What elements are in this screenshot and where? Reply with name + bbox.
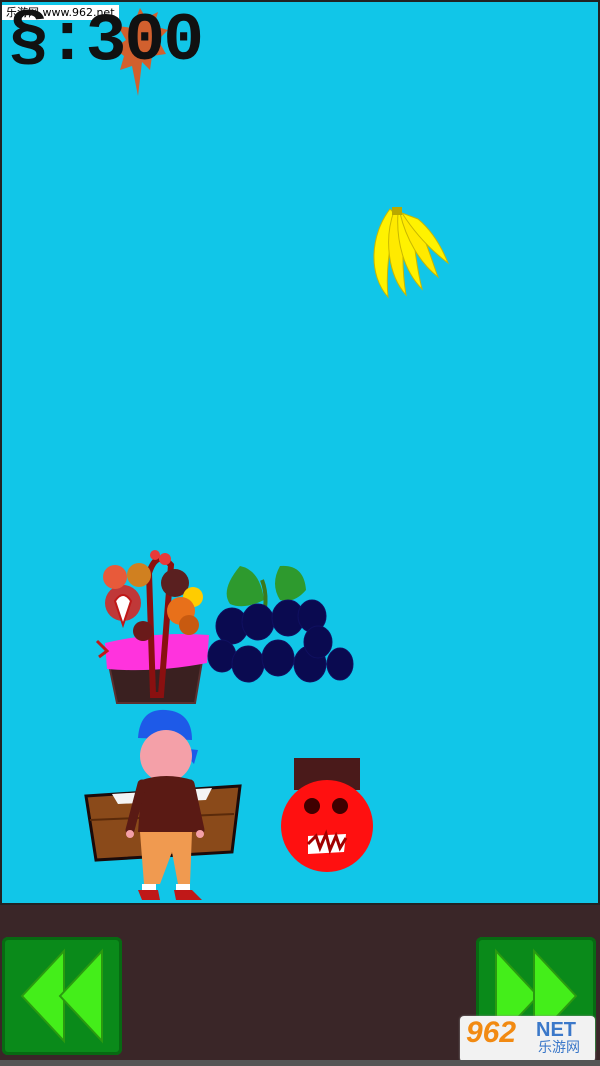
logo-cn: 乐游网 — [538, 1040, 580, 1056]
score-value: 300 — [85, 3, 204, 80]
score-display: §:300 — [8, 3, 204, 80]
bottom-edge — [0, 1060, 600, 1066]
logo-suffix: NET — [536, 1019, 576, 1041]
rewind-icon — [20, 948, 103, 1044]
banana-icon — [373, 207, 450, 299]
rewind-button[interactable] — [2, 937, 122, 1055]
site-logo-watermark: 962 NET 乐游网 — [460, 1016, 595, 1062]
red-tomato-enemy — [281, 758, 373, 872]
player-character — [125, 709, 205, 900]
grapes-icon — [207, 565, 354, 683]
logo-number: 962 — [466, 1016, 517, 1049]
currency-symbol: § — [8, 3, 49, 80]
score-separator: : — [46, 3, 88, 80]
fruit-basket-icon — [95, 550, 209, 704]
